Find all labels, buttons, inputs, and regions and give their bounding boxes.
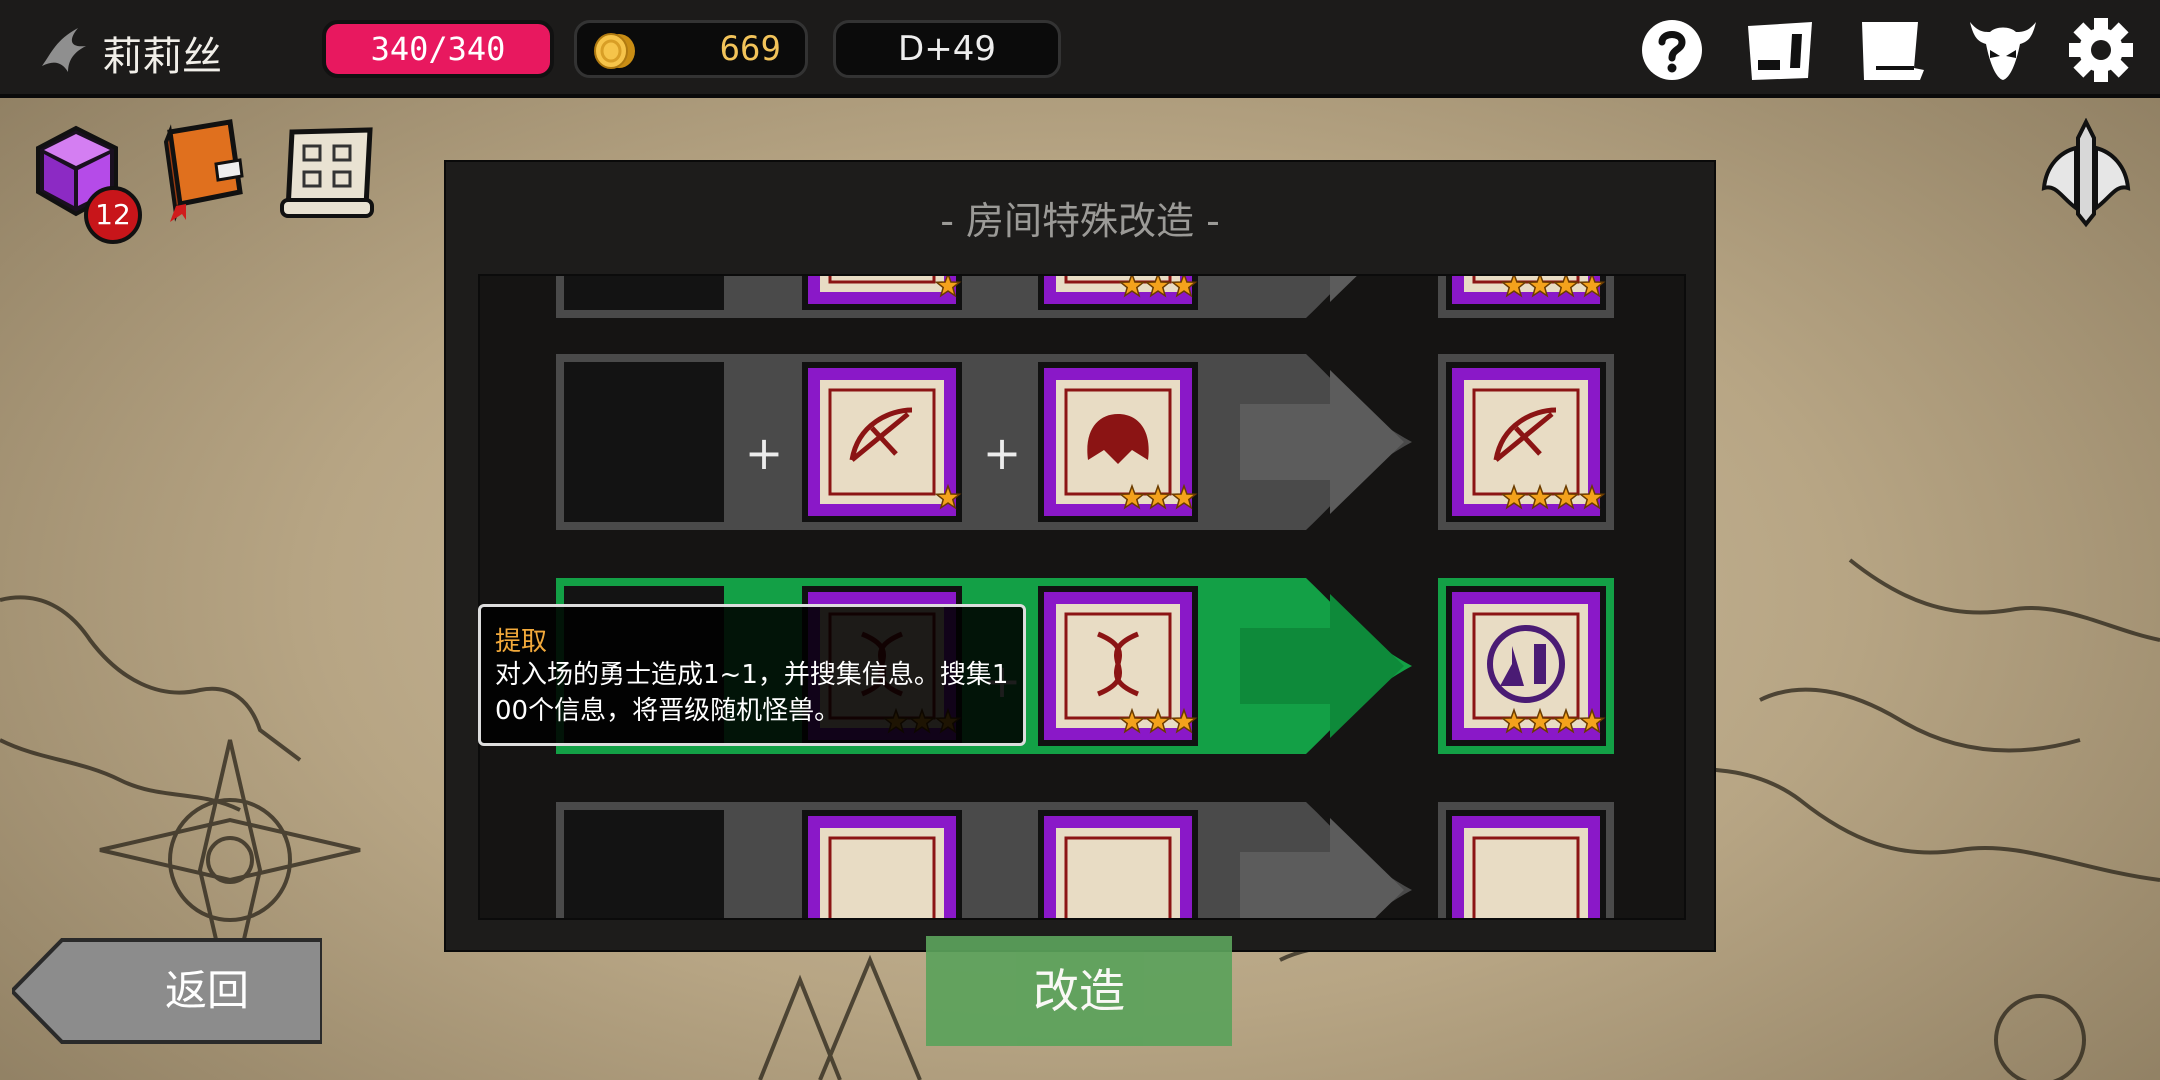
modify-button[interactable]: 改造 [926, 936, 1232, 1046]
plus-sign: + [744, 426, 784, 480]
recipe-slot [802, 810, 962, 918]
cube-count-badge: 12 [84, 186, 142, 244]
recipe-slot [1446, 810, 1606, 918]
demon-wing-logo-icon [42, 28, 86, 72]
recipe-rows [556, 276, 1614, 918]
gear-icon[interactable] [2066, 18, 2136, 82]
empty-slot [564, 276, 724, 310]
demon-helmet-icon[interactable] [1966, 18, 2040, 82]
recipe-row [556, 276, 1614, 318]
player-name: 莉莉丝 [102, 34, 222, 80]
help-icon[interactable] [1640, 18, 1704, 82]
recipe-slot [1038, 586, 1198, 746]
recipe-slot [1038, 276, 1198, 310]
blueprint-scroll-icon[interactable] [278, 126, 380, 222]
recipe-row [556, 354, 1614, 530]
book-icon[interactable] [156, 118, 248, 226]
back-button[interactable]: 返回 [9, 936, 324, 1046]
back-label: 返回 [164, 966, 249, 1015]
recipe-row [556, 802, 1614, 918]
dialog-title: - 房间特殊改造 - [940, 199, 1220, 243]
recipe-list[interactable]: + + + [478, 274, 1686, 920]
tooltip-body: 对入场的勇士造成1~1，并搜集信息。搜集100个信息，将晋级随机怪兽。 [495, 660, 1009, 726]
recipe-slot [1038, 362, 1198, 522]
top-bar: 莉莉丝 340/340 669 D+49 [0, 0, 2160, 98]
empty-slot [564, 810, 724, 918]
recipe-slot [1446, 586, 1606, 746]
scroll-icon[interactable] [1852, 18, 1928, 82]
card-icon[interactable] [1742, 18, 1818, 82]
tooltip-title: 提取 [495, 627, 548, 657]
gold-counter: 669 [574, 20, 808, 78]
gold-value: 669 [719, 29, 781, 69]
recipe-slot [1446, 362, 1606, 522]
row-arrow [1236, 276, 1349, 318]
plus-sign: + [982, 426, 1022, 480]
day-counter: D+49 [833, 20, 1061, 78]
recipe-slot [802, 362, 962, 522]
winged-sword-emblem-icon[interactable] [2036, 118, 2136, 228]
skill-tooltip: 提取 对入场的勇士造成1~1，并搜集信息。搜集100个信息，将晋级随机怪兽。 [478, 604, 1026, 746]
room-modification-dialog: - 房间特殊改造 - + + + [444, 160, 1716, 952]
recipe-slot [802, 276, 962, 310]
recipe-slot [1038, 810, 1198, 918]
recipe-slot [1446, 276, 1606, 310]
empty-slot [564, 362, 724, 522]
coin-icon [594, 33, 635, 69]
hp-counter: 340/340 [322, 20, 554, 78]
